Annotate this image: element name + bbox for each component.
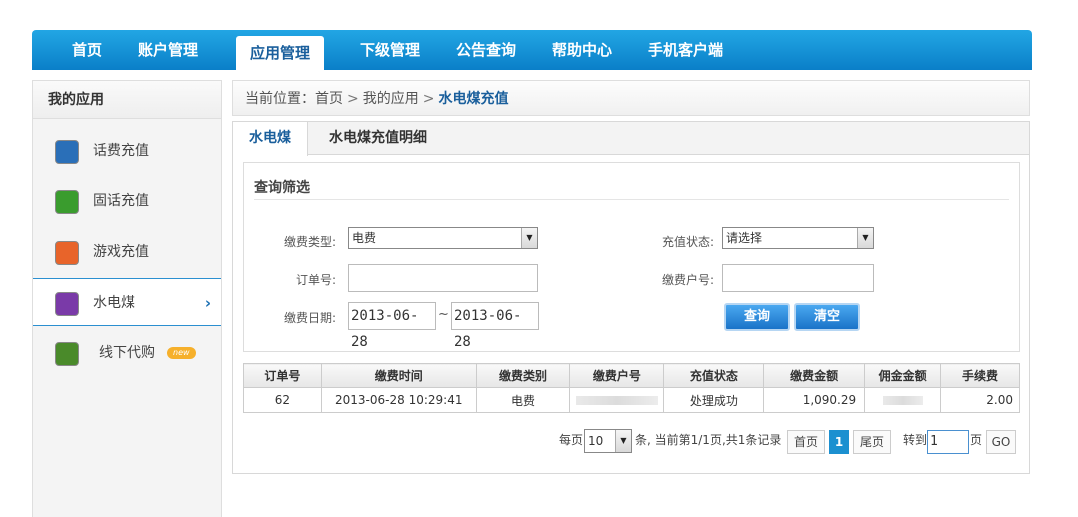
redacted-account: [575, 396, 658, 405]
filter-box: 查询筛选 缴费类型: 电费 ▼ 充值状态: 请选择 ▼ 订单号: 缴费户号: 缴…: [243, 162, 1020, 352]
phone-icon: [55, 140, 79, 164]
per-page-select[interactable]: 10 ▼: [584, 429, 632, 453]
date-from-input[interactable]: 2013-06-28: [348, 302, 436, 350]
status-label: 充值状态:: [661, 235, 714, 249]
chevron-down-icon: ▼: [615, 430, 631, 452]
cell-commission: [864, 387, 942, 413]
sidebar-item-game-recharge[interactable]: 游戏充值: [33, 228, 221, 276]
date-label: 缴费日期:: [283, 311, 336, 325]
account-label: 缴费户号:: [661, 273, 714, 287]
cell-pay-time: 2013-06-28 10:29:41: [320, 387, 477, 413]
redacted-commission: [882, 396, 923, 405]
per-page-label: 每页: [559, 433, 584, 447]
query-button[interactable]: 查询: [724, 303, 790, 331]
col-commission: 佣金金额: [864, 363, 942, 388]
sidebar-item-landline-recharge[interactable]: 固话充值: [33, 177, 221, 225]
cell-amount: 1,090.29: [763, 387, 866, 413]
col-amount: 缴费金额: [763, 363, 866, 388]
breadcrumb-my-apps[interactable]: 我的应用: [363, 91, 419, 107]
goto-page-input[interactable]: 1: [927, 430, 969, 454]
breadcrumb-separator: >: [347, 91, 359, 107]
filter-divider: [254, 199, 1009, 200]
sidebar-item-label: 话费充值: [93, 143, 149, 159]
results-table: 订单号 缴费时间 缴费类别 缴费户号 充值状态 缴费金额 佣金金额 手续费 62…: [243, 363, 1020, 413]
tab-bar: 水电煤 水电煤充值明细: [233, 122, 1029, 156]
breadcrumb: 当前位置：首页 > 我的应用 > 水电煤充值: [232, 80, 1030, 116]
col-status: 充值状态: [663, 363, 765, 388]
sidebar-item-label: 线下代购: [99, 345, 155, 361]
fee-type-select[interactable]: 电费 ▼: [348, 227, 538, 249]
order-input[interactable]: [348, 264, 538, 292]
tab-utilities[interactable]: 水电煤: [233, 122, 308, 156]
first-page-button[interactable]: 首页: [787, 430, 825, 454]
sidebar: 我的应用 话费充值 固话充值 游戏充值 水电煤 › 线下代购 new: [32, 80, 222, 517]
page-1-button[interactable]: 1: [829, 430, 849, 454]
goto-label: 转到: [903, 433, 928, 447]
breadcrumb-separator: >: [422, 91, 435, 107]
fee-type-value: 电费: [352, 231, 377, 245]
col-fee-category: 缴费类别: [475, 363, 571, 388]
sidebar-item-offline-purchase[interactable]: 线下代购 new: [33, 329, 221, 377]
col-order-no: 订单号: [243, 363, 322, 388]
utility-icon: [55, 292, 79, 316]
cell-fee-category: 电费: [475, 387, 571, 413]
nav-announcements[interactable]: 公告查询: [456, 30, 516, 70]
cell-order-no: 62: [243, 387, 322, 413]
table-header-row: 订单号 缴费时间 缴费类别 缴费户号 充值状态 缴费金额 佣金金额 手续费: [243, 363, 1020, 388]
sidebar-item-label: 游戏充值: [93, 244, 149, 260]
chevron-down-icon: ▼: [521, 228, 537, 248]
tab-utilities-details[interactable]: 水电煤充值明细: [313, 122, 443, 155]
cell-account-no: [569, 387, 665, 413]
top-nav: 首页 账户管理 应用管理 下级管理 公告查询 帮助中心 手机客户端: [32, 30, 1032, 70]
status-value: 请选择: [726, 231, 763, 245]
chevron-down-icon: ▼: [857, 228, 873, 248]
per-page-value: 10: [588, 434, 604, 448]
sidebar-title: 我的应用: [33, 81, 221, 119]
date-range-tilde: ~: [438, 307, 449, 322]
clear-button[interactable]: 清空: [794, 303, 860, 331]
col-account-no: 缴费户号: [569, 363, 665, 388]
gamepad-icon: [55, 241, 79, 265]
col-fee: 手续费: [940, 363, 1020, 388]
sidebar-item-phone-recharge[interactable]: 话费充值: [33, 127, 221, 175]
nav-apps[interactable]: 应用管理: [236, 36, 325, 70]
last-page-button[interactable]: 尾页: [853, 430, 891, 454]
nav-subordinates[interactable]: 下级管理: [360, 30, 420, 70]
sidebar-item-label: 水电煤: [93, 295, 135, 311]
main-panel: 水电煤 水电煤充值明细 查询筛选 缴费类型: 电费 ▼ 充值状态: 请选择 ▼ …: [232, 121, 1030, 474]
nav-help[interactable]: 帮助中心: [552, 30, 612, 70]
breadcrumb-home[interactable]: 首页: [315, 91, 343, 107]
page-suffix: 页: [970, 433, 983, 447]
order-label: 订单号:: [295, 273, 336, 287]
date-to-input[interactable]: 2013-06-28: [451, 302, 539, 350]
sidebar-item-label: 固话充值: [93, 193, 149, 209]
table-row: 62 2013-06-28 10:29:41 电费 处理成功 1,090.29 …: [243, 387, 1020, 413]
nav-account[interactable]: 账户管理: [138, 30, 198, 70]
cell-status: 处理成功: [663, 387, 765, 413]
account-input[interactable]: [722, 264, 874, 292]
breadcrumb-prefix: 当前位置：: [245, 91, 315, 107]
nav-mobile-client[interactable]: 手机客户端: [648, 30, 723, 70]
new-badge: new: [167, 347, 196, 359]
chevron-right-icon: ›: [204, 294, 211, 312]
sidebar-item-utilities[interactable]: 水电煤 ›: [33, 278, 221, 326]
go-button[interactable]: GO: [986, 430, 1016, 454]
col-pay-time: 缴费时间: [320, 363, 477, 388]
fee-type-label: 缴费类型:: [283, 235, 336, 249]
pager-summary: 条, 当前第1/1页,共1条记录: [635, 433, 782, 447]
status-select[interactable]: 请选择 ▼: [722, 227, 874, 249]
filter-title: 查询筛选: [254, 180, 310, 196]
breadcrumb-current: 水电煤充值: [438, 91, 509, 107]
cell-fee: 2.00: [940, 387, 1020, 413]
nav-home[interactable]: 首页: [72, 30, 102, 70]
cart-icon: [55, 342, 79, 366]
landline-icon: [55, 190, 79, 214]
